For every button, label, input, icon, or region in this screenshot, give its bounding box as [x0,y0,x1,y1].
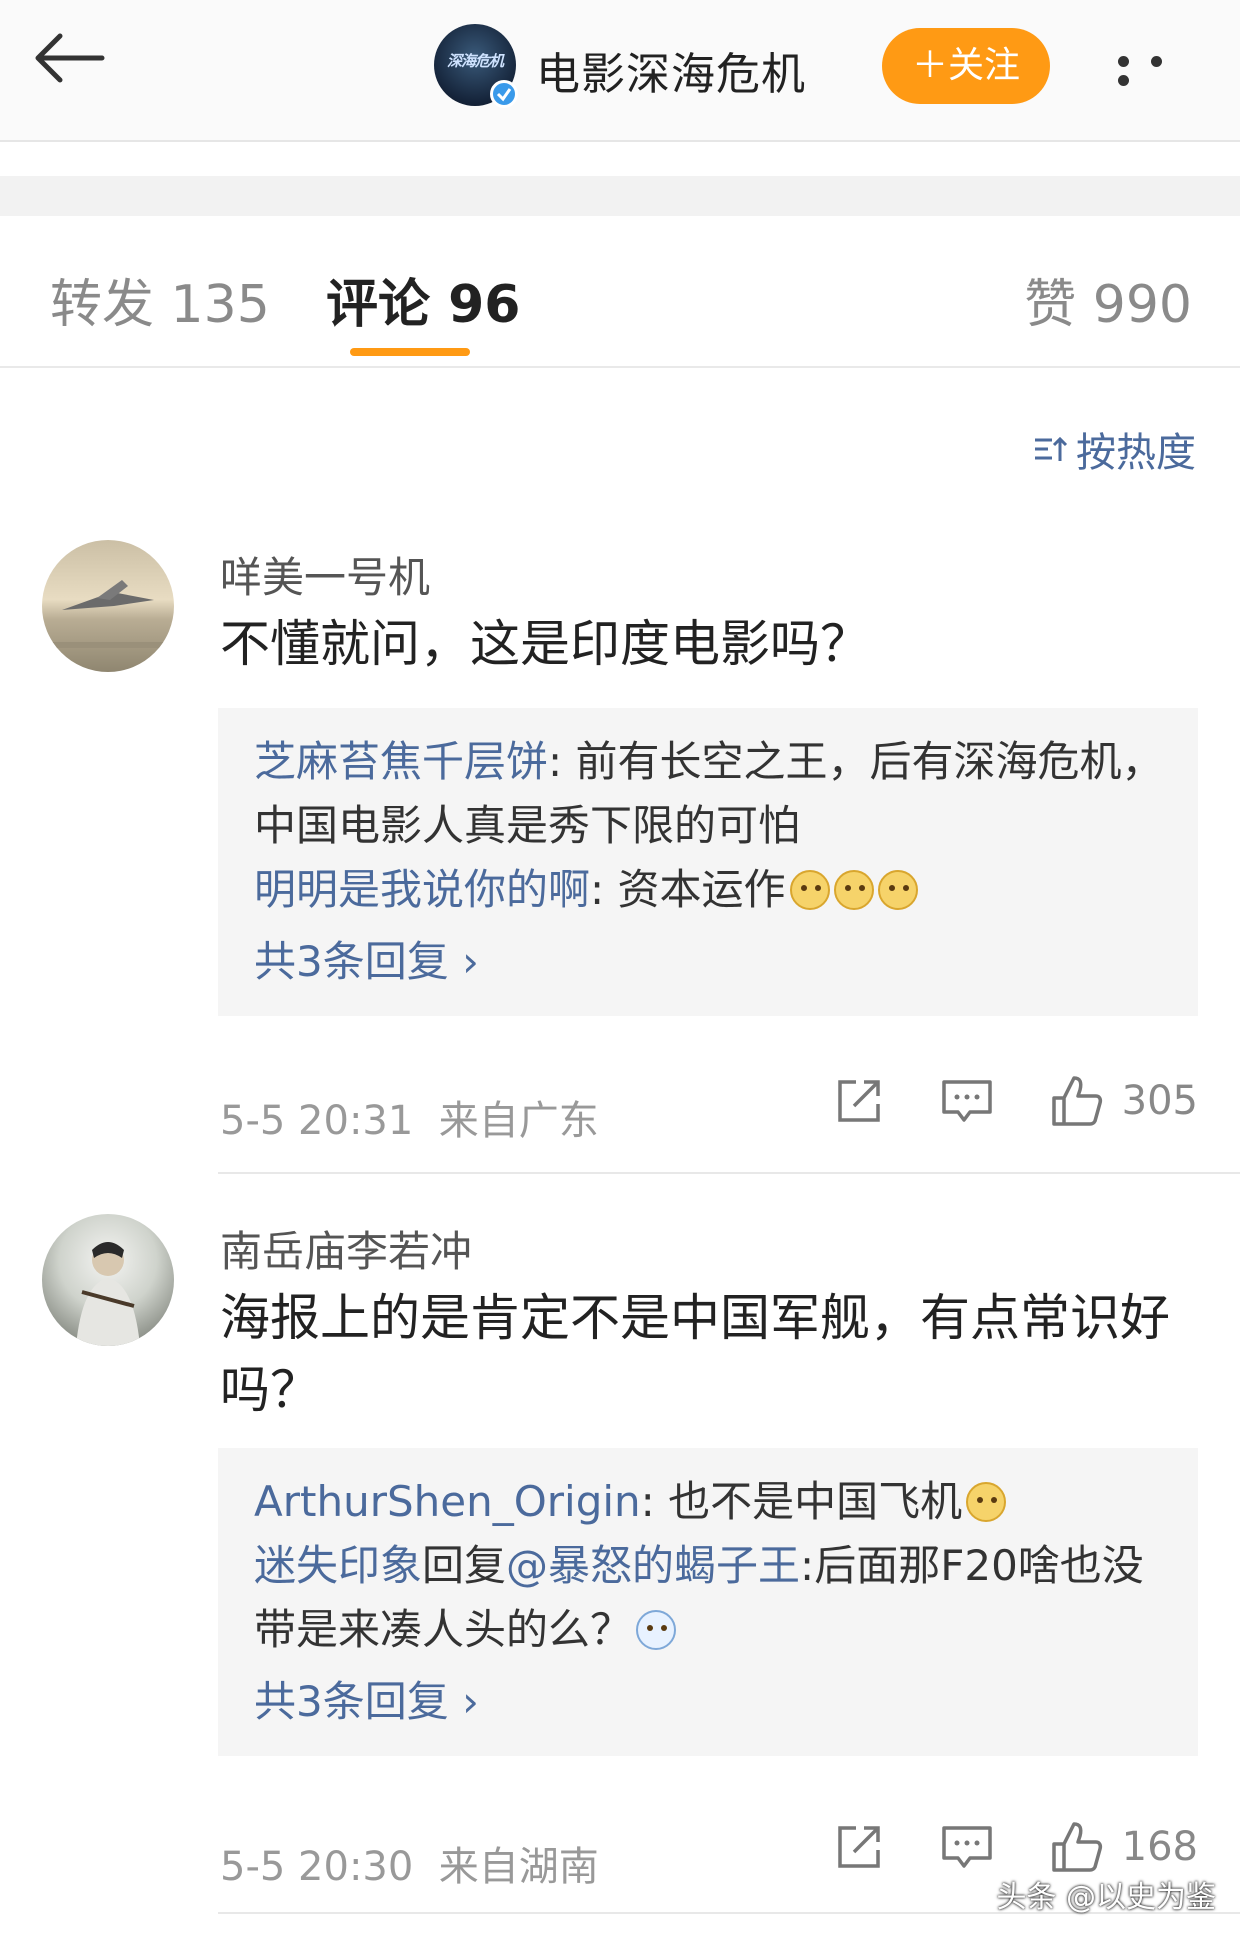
like-count: 305 [1121,1078,1198,1124]
reply-text: : 也不是中国飞机 [640,1477,963,1526]
account-logo-text: 深海危机 [446,52,504,70]
watermark: 头条 @以史为鉴 [996,1880,1216,1915]
sort-icon [1035,436,1068,461]
account-name[interactable]: 电影深海危机 [536,38,806,102]
reply-item: 明明是我说你的啊: 资本运作 [254,858,1164,922]
comment-time: 5-5 20:31 [220,1098,414,1144]
comment-time: 5-5 20:30 [220,1844,414,1890]
active-tab-indicator [350,348,470,356]
reply-item: 迷失印象回复@暴怒的蝎子王:后面那F20啥也没带是来凑人头的么？ [254,1534,1164,1662]
verified-badge-icon [490,80,518,108]
section-gap [0,176,1240,216]
more-replies-link[interactable]: 共3条回复 › [254,1670,1164,1734]
back-button[interactable] [30,28,120,108]
comment-meta: 5-5 20:31 来自广东 [220,1088,599,1146]
tab-comments[interactable]: 评论 96 [326,262,520,337]
comment-text: 海报上的是肯定不是中国军舰，有点常识好吗？ [220,1289,1170,1419]
more-button[interactable] [1118,52,1208,86]
comment-location: 来自广东 [438,1098,599,1144]
doge-emoji-icon [877,870,918,910]
tab-bar: 转发 135 评论 96 赞 990 [0,216,1240,368]
tab-likes[interactable]: 赞 990 [1024,262,1192,337]
reply-text: : 资本运作 [590,865,786,914]
reply-preview-box[interactable]: ArthurShen_Origin: 也不是中国飞机 迷失印象回复@暴怒的蝎子王… [218,1448,1198,1756]
laugh-cry-emoji-icon [966,1482,1007,1522]
like-count: 168 [1121,1824,1198,1870]
reply-button[interactable] [940,1076,994,1126]
reply-username[interactable]: 明明是我说你的啊 [254,865,590,914]
share-button[interactable] [834,1076,884,1126]
thumbs-up-icon [1051,1822,1102,1872]
reply-username[interactable]: ArthurShen_Origin [254,1477,641,1526]
top-bar: 深海危机 电影深海危机 ＋关注 [0,0,1240,142]
divider [218,1172,1240,1174]
doge-emoji-icon [833,870,874,910]
reply-username[interactable]: 迷失印象 [254,1541,422,1590]
reply-preview-box[interactable]: 芝麻苔焦千层饼: 前有长空之王，后有深海危机，中国电影人真是秀下限的可怕 明明是… [218,708,1198,1016]
more-replies-link[interactable]: 共3条回复 › [254,930,1164,994]
more-dots-icon [1118,52,1184,90]
thumbs-up-icon [1051,1076,1102,1126]
reply-username[interactable]: 芝麻苔焦千层饼 [254,737,548,786]
comment-actions: 168 [778,1820,1198,1874]
husky-emoji-icon [636,1610,677,1650]
tab-reposts[interactable]: 转发 135 [50,262,270,337]
reply-mid: 回复 [422,1541,507,1590]
comment-username[interactable]: 南岳庙李若冲 [220,1218,472,1279]
sort-label: 按热度 [1076,430,1196,476]
comment-icon [941,1826,992,1868]
doge-emoji-icon [789,870,830,910]
share-button[interactable] [834,1822,884,1872]
comment-actions: 305 [778,1074,1198,1128]
avatar[interactable] [42,1214,174,1346]
like-button[interactable]: 168 [1050,1820,1198,1874]
sort-button[interactable]: 按热度 [1032,420,1196,478]
like-button[interactable]: 305 [1050,1074,1198,1128]
follow-button[interactable]: ＋关注 [882,28,1050,104]
share-icon [837,1826,880,1868]
reply-item: 芝麻苔焦千层饼: 前有长空之王，后有深海危机，中国电影人真是秀下限的可怕 [254,730,1164,858]
reply-item: ArthurShen_Origin: 也不是中国飞机 [254,1470,1164,1534]
comment-icon [941,1080,992,1122]
comment-location: 来自湖南 [438,1844,599,1890]
share-icon [837,1080,880,1122]
reply-mention[interactable]: @暴怒的蝎子王 [506,1541,800,1590]
reply-button[interactable] [940,1822,994,1872]
comment-meta: 5-5 20:30 来自湖南 [220,1834,599,1892]
comment-username[interactable]: 咩美一号机 [220,544,430,605]
comment-text: 不懂就问，这是印度电影吗？ [220,615,870,673]
arrow-left-icon [35,33,105,83]
avatar[interactable] [42,540,174,672]
